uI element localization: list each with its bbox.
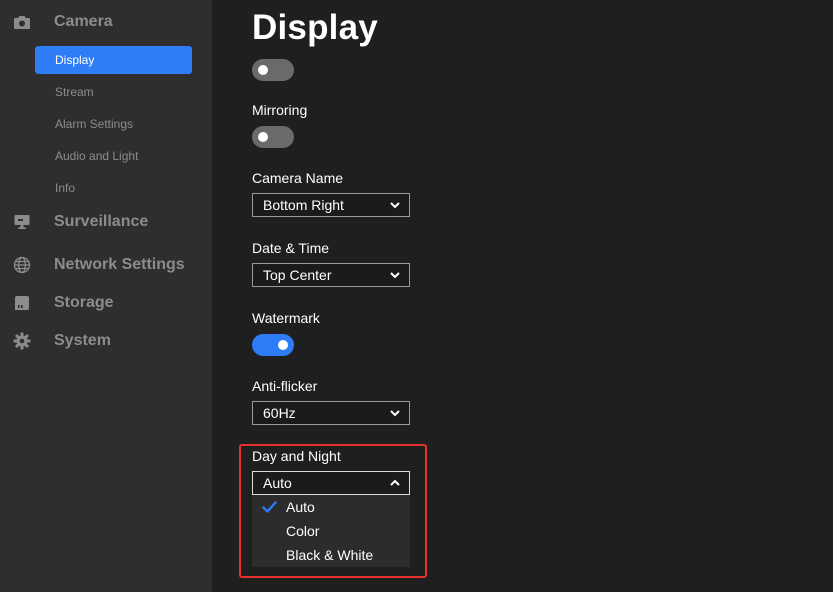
- sidebar-item-stream[interactable]: Stream: [35, 78, 192, 106]
- sidebar-item-label: Display: [55, 53, 95, 67]
- anti-flicker-label: Anti-flicker: [252, 378, 318, 394]
- dropdown-option-auto[interactable]: Auto: [252, 495, 410, 519]
- sidebar-item-alarm-settings[interactable]: Alarm Settings: [35, 110, 192, 138]
- dropdown-option-label: Auto: [286, 499, 315, 515]
- chevron-up-icon: [390, 479, 400, 486]
- dropdown-option-black-white[interactable]: Black & White: [252, 543, 410, 567]
- camera-name-value: Bottom Right: [263, 197, 344, 213]
- day-night-label: Day and Night: [252, 448, 341, 464]
- gear-icon: [13, 332, 31, 350]
- top-toggle[interactable]: [252, 59, 294, 81]
- watermark-toggle[interactable]: [252, 334, 294, 356]
- nav-network-settings-label: Network Settings: [54, 256, 185, 273]
- nav-system[interactable]: System: [0, 326, 212, 356]
- nav-system-label: System: [54, 332, 111, 349]
- chevron-down-icon: [390, 202, 400, 209]
- sidebar-item-info[interactable]: Info: [35, 174, 192, 202]
- camera-name-label: Camera Name: [252, 170, 344, 186]
- check-icon: [262, 501, 277, 513]
- toggle-knob: [258, 132, 268, 142]
- sidebar-item-label: Stream: [55, 85, 94, 99]
- nav-storage[interactable]: Storage: [0, 288, 212, 318]
- nav-camera-label: Camera: [54, 13, 113, 30]
- anti-flicker-value: 60Hz: [263, 405, 296, 421]
- mirroring-toggle[interactable]: [252, 126, 294, 148]
- nav-storage-label: Storage: [54, 294, 114, 311]
- date-time-label: Date & Time: [252, 240, 330, 256]
- sidebar-item-label: Alarm Settings: [55, 117, 134, 131]
- camera-icon: [13, 13, 31, 31]
- dropdown-option-label: Black & White: [286, 547, 374, 563]
- globe-icon: [13, 256, 31, 274]
- dropdown-option-color[interactable]: Color: [252, 519, 410, 543]
- chevron-down-icon: [390, 272, 400, 279]
- sidebar-item-label: Info: [55, 181, 76, 195]
- sidebar-item-audio-and-light[interactable]: Audio and Light: [35, 142, 192, 170]
- date-time-value: Top Center: [263, 267, 332, 283]
- camera-name-select[interactable]: Bottom Right: [252, 193, 410, 217]
- toggle-knob: [278, 340, 288, 350]
- toggle-knob: [258, 65, 268, 75]
- page-title: Display: [252, 8, 378, 47]
- day-night-select[interactable]: Auto: [252, 471, 410, 495]
- sidebar-item-display[interactable]: Display: [35, 46, 192, 74]
- day-night-value: Auto: [263, 475, 292, 491]
- nav-surveillance[interactable]: Surveillance: [0, 207, 212, 237]
- day-night-dropdown: Auto Color Black & White: [252, 495, 410, 567]
- nav-network-settings[interactable]: Network Settings: [0, 250, 212, 280]
- sidebar-item-label: Audio and Light: [55, 149, 139, 163]
- monitor-icon: [13, 213, 31, 231]
- dropdown-option-label: Color: [286, 523, 320, 539]
- date-time-select[interactable]: Top Center: [252, 263, 410, 287]
- storage-icon: [13, 294, 31, 312]
- chevron-down-icon: [390, 410, 400, 417]
- nav-surveillance-label: Surveillance: [54, 213, 149, 230]
- anti-flicker-select[interactable]: 60Hz: [252, 401, 410, 425]
- main-content: Display Mirroring Camera Name Bottom Rig…: [212, 0, 833, 592]
- nav-camera[interactable]: Camera: [0, 7, 212, 37]
- watermark-label: Watermark: [252, 310, 320, 326]
- mirroring-label: Mirroring: [252, 102, 308, 118]
- sidebar: Camera Display Stream Alarm Settings Aud…: [0, 0, 212, 592]
